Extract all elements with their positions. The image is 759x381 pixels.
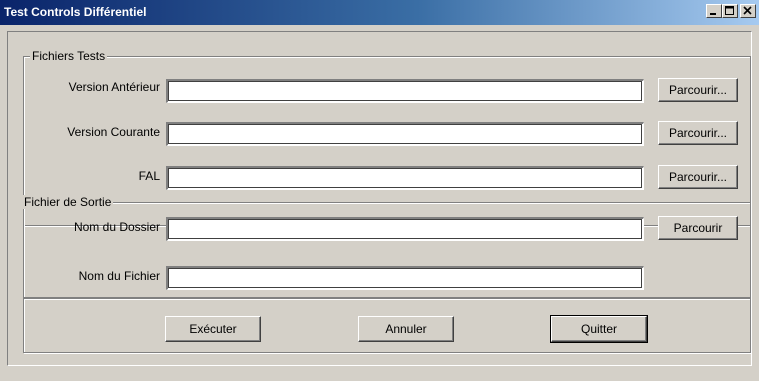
nom-fichier-input[interactable] — [168, 268, 643, 289]
close-icon — [743, 6, 752, 15]
nom-dossier-label: Nom du Dossier — [73, 220, 160, 234]
fichiers-tests-group-label: Fichiers Tests — [30, 49, 108, 63]
version-anterieur-input[interactable] — [168, 81, 643, 102]
close-button[interactable] — [740, 4, 756, 18]
minimize-button[interactable] — [706, 4, 722, 18]
nom-fichier-field[interactable] — [166, 266, 644, 290]
fal-browse-button[interactable]: Parcourir... — [658, 165, 738, 189]
version-anterieur-field[interactable] — [166, 79, 644, 103]
fal-field[interactable] — [166, 166, 644, 190]
quitter-button[interactable]: Quitter — [550, 315, 648, 343]
version-anterieur-browse-button[interactable]: Parcourir... — [658, 78, 738, 102]
fichier-de-sortie-group-label: Fichier de Sortie — [22, 195, 114, 209]
minimize-icon — [710, 13, 716, 15]
version-courante-input[interactable] — [168, 124, 643, 145]
nom-fichier-label: Nom du Fichier — [78, 269, 160, 283]
version-courante-browse-button[interactable]: Parcourir... — [658, 121, 738, 145]
version-courante-field[interactable] — [166, 122, 644, 146]
nom-dossier-field[interactable] — [166, 217, 644, 241]
executer-button[interactable]: Exécuter — [165, 316, 261, 342]
fal-label: FAL — [138, 169, 160, 183]
maximize-button[interactable] — [722, 4, 738, 18]
dialog-window: Test Controls Différentiel Fichiers Test… — [0, 0, 759, 381]
maximize-icon — [725, 6, 734, 15]
annuler-button[interactable]: Annuler — [358, 316, 454, 342]
fal-input[interactable] — [168, 168, 643, 189]
window-title: Test Controls Différentiel — [4, 5, 147, 19]
version-anterieur-label: Version Antérieur — [68, 80, 160, 94]
dialog-client-area: Fichiers Tests Version Antérieur Parcour… — [7, 31, 752, 366]
title-bar[interactable]: Test Controls Différentiel — [0, 0, 759, 25]
version-courante-label: Version Courante — [67, 125, 160, 139]
nom-dossier-browse-button[interactable]: Parcourir — [658, 216, 738, 240]
nom-dossier-input[interactable] — [168, 219, 643, 240]
